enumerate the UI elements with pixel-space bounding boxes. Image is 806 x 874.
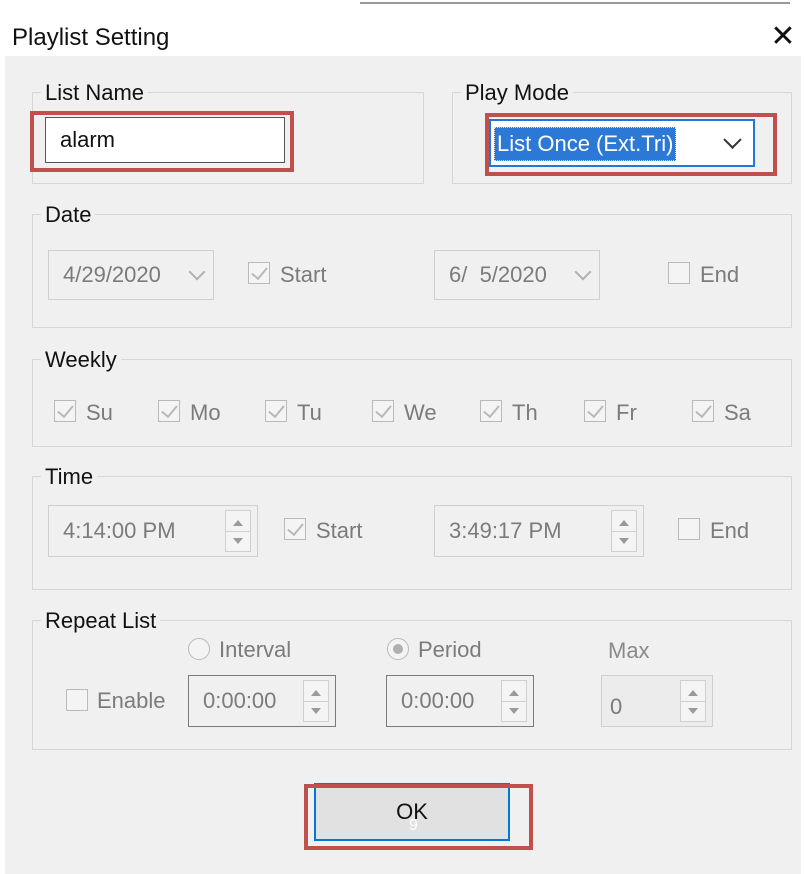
enable-label: Enable <box>97 688 166 713</box>
enable-checkbox[interactable] <box>66 689 88 711</box>
play-mode-select[interactable]: List Once (Ext.Tri) <box>489 119 755 167</box>
interval-input[interactable]: 0:00:00 <box>188 675 336 727</box>
chevron-down-icon[interactable] <box>574 263 592 281</box>
max-label: Max <box>608 638 650 663</box>
period-value: 0:00:00 <box>401 688 475 713</box>
day-fr-label: Fr <box>616 400 637 425</box>
spin-down-icon[interactable] <box>502 701 526 721</box>
time-start-input[interactable]: 4:14:00 PM <box>48 505 258 557</box>
day-mo-label: Mo <box>190 400 221 425</box>
max-spinner[interactable] <box>680 680 706 722</box>
list-name-legend: List Name <box>41 80 149 106</box>
interval-spinner[interactable] <box>303 680 329 722</box>
time-start-value: 4:14:00 PM <box>63 518 176 543</box>
weekly-legend: Weekly <box>41 347 121 373</box>
check-icon <box>695 400 712 419</box>
time-end-spinner[interactable] <box>611 510 637 552</box>
day-su-checkbox[interactable] <box>54 400 76 422</box>
check-icon <box>375 400 392 419</box>
close-icon[interactable]: ✕ <box>766 20 800 54</box>
day-tu-label: Tu <box>297 400 322 425</box>
top-edge <box>0 0 806 6</box>
chevron-down-icon[interactable] <box>723 130 742 149</box>
chevron-down-icon[interactable] <box>188 263 206 281</box>
interval-value: 0:00:00 <box>203 688 277 713</box>
spin-up-icon[interactable] <box>304 681 328 702</box>
spin-up-icon[interactable] <box>681 681 705 702</box>
check-icon <box>251 262 268 281</box>
day-th-label: Th <box>512 400 538 425</box>
play-mode-legend: Play Mode <box>461 80 573 106</box>
spin-down-icon[interactable] <box>612 531 636 551</box>
check-icon <box>268 400 285 419</box>
date-end-picker[interactable]: 6/ 5/2020 <box>434 250 600 300</box>
list-name-value: alarm <box>60 127 116 152</box>
spin-down-icon[interactable] <box>226 531 250 551</box>
date-start-label: Start <box>280 262 327 287</box>
check-icon <box>287 518 304 537</box>
ok-annotation: 9 <box>409 817 418 834</box>
interval-label: Interval <box>219 637 292 662</box>
check-icon <box>483 400 500 419</box>
spin-down-icon[interactable] <box>681 701 705 721</box>
check-icon <box>161 400 178 419</box>
day-mo-checkbox[interactable] <box>158 400 180 422</box>
spin-up-icon[interactable] <box>226 511 250 532</box>
day-fr-checkbox[interactable] <box>584 400 606 422</box>
spin-up-icon[interactable] <box>502 681 526 702</box>
period-label: Period <box>418 637 482 662</box>
time-end-input[interactable]: 3:49:17 PM <box>434 505 644 557</box>
check-icon <box>57 400 74 419</box>
date-start-value: 4/29/2020 <box>63 262 161 287</box>
spin-up-icon[interactable] <box>612 511 636 532</box>
day-th-checkbox[interactable] <box>480 400 502 422</box>
day-su-label: Su <box>86 400 113 425</box>
time-end-value: 3:49:17 PM <box>449 518 562 543</box>
period-input[interactable]: 0:00:00 <box>386 675 534 727</box>
time-start-spinner[interactable] <box>225 510 251 552</box>
check-icon <box>587 400 604 419</box>
list-name-input[interactable]: alarm <box>45 117 285 163</box>
day-sa-checkbox[interactable] <box>692 400 714 422</box>
spin-down-icon[interactable] <box>304 701 328 721</box>
period-spinner[interactable] <box>501 680 527 722</box>
day-sa-label: Sa <box>724 400 751 425</box>
title-bar: Playlist Setting ✕ <box>0 8 806 56</box>
play-mode-selected: List Once (Ext.Tri) <box>494 127 677 161</box>
repeat-legend: Repeat List <box>41 608 161 634</box>
day-we-checkbox[interactable] <box>372 400 394 422</box>
date-end-checkbox[interactable] <box>668 262 690 284</box>
day-we-label: We <box>404 400 437 425</box>
time-start-label: Start <box>316 518 363 543</box>
date-start-picker[interactable]: 4/29/2020 <box>48 250 214 300</box>
time-start-checkbox[interactable] <box>284 518 306 540</box>
window-title: Playlist Setting <box>12 24 170 51</box>
period-radio[interactable] <box>387 638 409 660</box>
day-tu-checkbox[interactable] <box>265 400 287 422</box>
time-legend: Time <box>41 464 98 490</box>
time-end-checkbox[interactable] <box>678 518 700 540</box>
time-end-label: End <box>710 518 750 543</box>
date-start-checkbox[interactable] <box>248 262 270 284</box>
max-value: 0 <box>610 694 623 719</box>
date-end-value: 6/ 5/2020 <box>449 262 547 287</box>
date-legend: Date <box>41 202 96 228</box>
date-end-label: End <box>700 262 740 287</box>
interval-radio[interactable] <box>188 638 210 660</box>
max-input[interactable]: 0 <box>601 675 713 727</box>
